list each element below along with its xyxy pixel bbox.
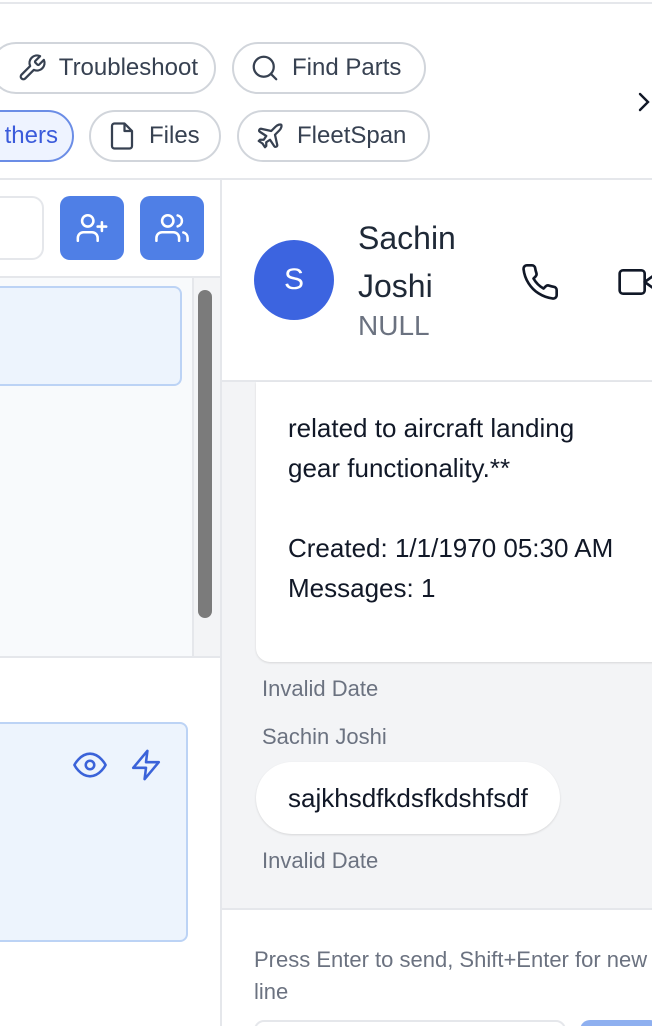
- avatar-initial: S: [283, 263, 304, 296]
- scrollbar-thumb[interactable]: [198, 290, 212, 618]
- message-input[interactable]: [254, 1020, 566, 1026]
- left-search-input[interactable]: [0, 196, 44, 260]
- avatar: S: [254, 240, 334, 320]
- message-bubble: related to aircraft landing gear functio…: [256, 382, 652, 662]
- message-bubble: sajkhsdfkdsfkdshfsdf: [256, 762, 560, 834]
- add-user-button[interactable]: [60, 196, 124, 260]
- find-parts-label: Find Parts: [292, 54, 402, 81]
- search-icon: [252, 55, 278, 81]
- top-border: [0, 0, 652, 4]
- message-timestamp: Invalid Date: [262, 676, 379, 701]
- message-text: sajkhsdfkdsfkdshfsdf: [288, 782, 528, 813]
- video-icon[interactable]: [618, 262, 652, 302]
- send-button[interactable]: [580, 1020, 652, 1026]
- fleetspan-label: FleetSpan: [297, 122, 407, 149]
- contact-name: Sachin Joshi: [358, 220, 456, 304]
- users-icon: [155, 213, 189, 243]
- others-chip[interactable]: thers: [0, 110, 74, 162]
- user-plus-icon: [76, 213, 108, 243]
- contact-subtitle: NULL: [358, 310, 430, 341]
- wrench-icon: [19, 54, 46, 81]
- left-list-divider: [0, 656, 220, 658]
- phone-icon[interactable]: [520, 262, 560, 302]
- zap-icon[interactable]: [129, 748, 163, 782]
- group-button[interactable]: [140, 196, 204, 260]
- message-text: related to aircraft landing gear functio…: [288, 413, 614, 603]
- fleetspan-chip[interactable]: FleetSpan: [237, 110, 430, 162]
- file-icon: [110, 122, 134, 150]
- list-item[interactable]: [0, 286, 182, 386]
- composer-divider: [222, 908, 652, 910]
- message-sender: Sachin Joshi: [262, 724, 387, 749]
- files-label: Files: [149, 122, 200, 149]
- troubleshoot-chip[interactable]: Troubleshoot: [0, 42, 216, 94]
- files-chip[interactable]: Files: [89, 110, 221, 162]
- chevron-right-icon[interactable]: [632, 84, 652, 120]
- find-parts-chip[interactable]: Find Parts: [232, 42, 426, 94]
- app-root: Troubleshoot Find Parts thers Files Flee…: [0, 0, 652, 1026]
- troubleshoot-label: Troubleshoot: [58, 54, 198, 81]
- eye-icon[interactable]: [73, 748, 107, 782]
- others-label: thers: [4, 122, 58, 149]
- plane-icon: [257, 123, 283, 149]
- toolbar-divider: [0, 178, 652, 180]
- message-timestamp: Invalid Date: [262, 848, 379, 873]
- composer-hint: Press Enter to send, Shift+Enter for new…: [254, 947, 648, 1004]
